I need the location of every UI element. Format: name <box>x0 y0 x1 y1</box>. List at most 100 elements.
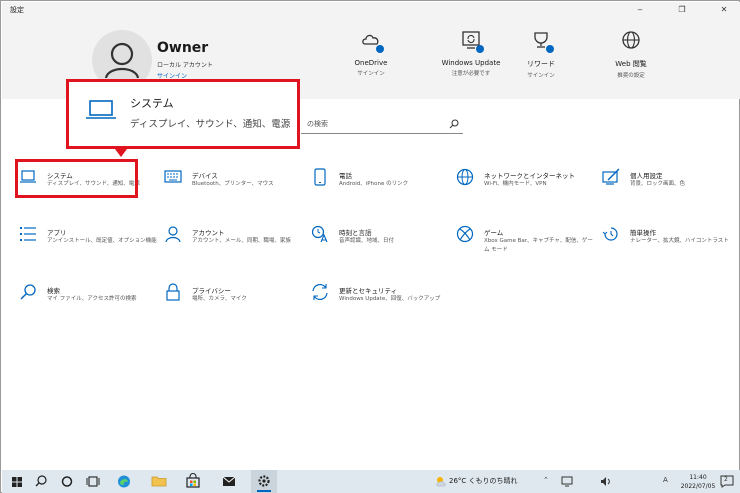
tile-privacy[interactable]: プライバシー 場所、カメラ、マイク <box>164 283 304 327</box>
task-view-icon <box>86 476 100 487</box>
quick-link-web-browsing[interactable]: Web 閲覧 推奨の設定 <box>591 30 671 79</box>
quick-link-rewards[interactable]: リワード サインイン <box>501 30 581 79</box>
ease-of-access-icon <box>602 227 618 241</box>
quick-link-title: リワード <box>527 60 555 68</box>
tile-time-language[interactable]: 時刻と言語 音声認識、地域、日付 <box>311 225 451 269</box>
search-placeholder: の検索 <box>307 120 328 128</box>
tile-network-internet[interactable]: ネットワークとインターネット Wi-Fi、機内モード、VPN <box>456 168 596 212</box>
search-icon <box>20 284 36 300</box>
tile-description: Windows Update、回復、バックアップ <box>339 296 441 302</box>
account-type: ローカル アカウント <box>157 62 213 69</box>
tile-description: Bluetooth、プリンター、マウス <box>192 181 274 187</box>
settings-taskbar-button[interactable] <box>251 470 277 493</box>
cortana-circle-icon <box>61 476 73 487</box>
network-icon[interactable] <box>561 476 573 487</box>
person-icon <box>165 226 181 243</box>
tile-description: Wi-Fi、機内モード、VPN <box>484 181 547 187</box>
callout-description: ディスプレイ、サウンド、通知、電源 <box>130 119 291 130</box>
tile-phone[interactable]: 電話 Android、iPhone のリンク <box>311 168 451 212</box>
tile-ease-of-access[interactable]: 簡単操作 ナレーター、拡大鏡、ハイコントラスト <box>602 225 740 269</box>
edge-browser-icon <box>118 475 130 488</box>
tile-title: 個人用設定 <box>630 172 663 180</box>
maximize-button[interactable]: ❐ <box>668 2 696 18</box>
taskbar-search-button[interactable] <box>28 470 54 493</box>
tile-description: アンインストール、既定値、オプション機能 <box>47 238 157 244</box>
globe-icon <box>456 168 474 186</box>
store-button[interactable] <box>180 470 206 493</box>
weather-cloud-icon <box>436 477 446 487</box>
start-button[interactable] <box>4 470 30 493</box>
notification-count: 2 <box>724 476 728 483</box>
zoom-callout: システム ディスプレイ、サウンド、通知、電源 <box>66 79 300 149</box>
tile-title: プライバシー <box>192 287 231 295</box>
edge-browser-button[interactable] <box>111 470 137 493</box>
cortana-button[interactable] <box>54 470 80 493</box>
quick-link-title: Web 閲覧 <box>615 60 647 68</box>
tile-title: 時刻と言語 <box>339 229 372 237</box>
settings-window: 設定 ‒ ❐ ✕ Owner ローカル アカウント サインイン OneDrive… <box>0 0 740 493</box>
clock-date: 2022/07/05 <box>680 483 716 490</box>
clock[interactable]: 11:40 2022/07/05 <box>676 473 720 491</box>
sync-icon <box>312 283 328 301</box>
tile-description: ナレーター、拡大鏡、ハイコントラスト <box>630 238 729 244</box>
tile-personalization[interactable]: 個人用設定 背景、ロック画面、色 <box>602 168 740 212</box>
time-language-icon <box>311 225 328 243</box>
apps-list-icon <box>20 227 36 241</box>
tile-gaming[interactable]: ゲーム Xbox Game Bar、キャプチャ、配信、ゲーム モード <box>456 225 596 269</box>
task-view-button[interactable] <box>80 470 106 493</box>
settings-search-input[interactable]: の検索 <box>301 116 463 134</box>
laptop-icon <box>86 100 116 119</box>
phone-icon <box>314 168 326 186</box>
mail-button[interactable] <box>216 470 242 493</box>
tile-search[interactable]: 検索 マイ ファイル、アクセス許可の検索 <box>19 283 159 327</box>
user-name: Owner <box>157 40 209 56</box>
tile-title: 簡単操作 <box>630 229 656 237</box>
folder-icon <box>151 476 167 487</box>
tile-title: アカウント <box>192 229 225 237</box>
tile-title: アプリ <box>47 229 67 237</box>
callout-arrow <box>115 149 127 157</box>
keyboard-icon <box>164 170 182 183</box>
quick-link-onedrive[interactable]: OneDrive サインイン <box>331 30 411 77</box>
status-dot <box>476 45 484 53</box>
close-button[interactable]: ✕ <box>710 2 738 18</box>
clock-time: 11:40 <box>689 474 707 481</box>
gear-icon <box>258 475 270 487</box>
quick-link-subtitle: サインイン <box>357 71 385 77</box>
tile-title: ゲーム <box>484 229 504 237</box>
tray-overflow-icon[interactable]: ⌃ <box>543 476 549 484</box>
tile-description: 場所、カメラ、マイク <box>192 296 247 302</box>
tile-description: Xbox Game Bar、キャプチャ、配信、ゲーム モード <box>484 238 593 253</box>
windows-logo-icon <box>12 477 22 487</box>
tile-update-security[interactable]: 更新とセキュリティ Windows Update、回復、バックアップ <box>311 283 451 327</box>
paint-icon <box>602 168 620 185</box>
status-dot <box>376 45 384 53</box>
tile-description: マイ ファイル、アクセス許可の検索 <box>47 296 137 302</box>
tile-description: アカウント、メール、同期、職場、家族 <box>192 238 291 244</box>
tile-devices[interactable]: デバイス Bluetooth、プリンター、マウス <box>164 168 304 212</box>
xbox-icon <box>456 225 474 243</box>
quick-link-windows-update[interactable]: Windows Update 注意が必要です <box>431 30 511 77</box>
search-icon <box>35 475 47 487</box>
tile-accounts[interactable]: アカウント アカウント、メール、同期、職場、家族 <box>164 225 304 269</box>
weather-text[interactable]: 26°C くもりのち晴れ <box>449 476 518 486</box>
minimize-button[interactable]: ‒ <box>626 2 654 18</box>
window-title: 設定 <box>10 6 24 14</box>
taskbar: 26°C くもりのち晴れ ⌃ A 11:40 2022/07/05 2 <box>2 470 740 493</box>
globe-icon <box>622 31 640 49</box>
tile-highlight-box <box>15 159 138 198</box>
quick-link-subtitle: 注意が必要です <box>451 71 491 77</box>
volume-icon[interactable] <box>600 476 612 487</box>
quick-link-subtitle: サインイン <box>527 73 555 79</box>
title-bar: 設定 ‒ ❐ ✕ <box>2 2 740 18</box>
status-dot <box>546 45 554 53</box>
tile-description: 音声認識、地域、日付 <box>339 238 395 244</box>
callout-title: システム <box>130 97 174 110</box>
ime-indicator[interactable]: A <box>663 476 668 484</box>
tile-description: 背景、ロック画面、色 <box>630 181 686 187</box>
file-explorer-button[interactable] <box>146 470 172 493</box>
tile-title: 検索 <box>47 287 60 295</box>
tile-apps[interactable]: アプリ アンインストール、既定値、オプション機能 <box>19 225 159 269</box>
store-bag-icon <box>186 473 200 488</box>
lock-icon <box>166 283 180 301</box>
